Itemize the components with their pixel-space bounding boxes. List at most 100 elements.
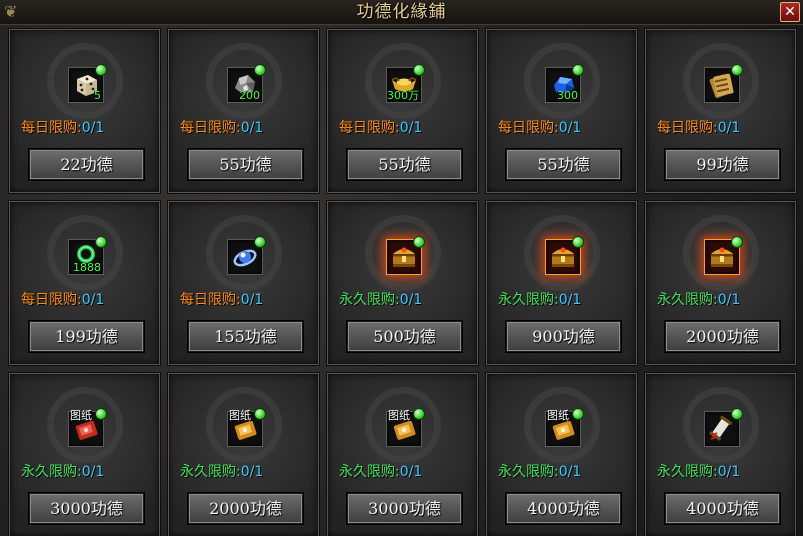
- purchase-limit-count: 0/1: [717, 292, 741, 308]
- buy-button[interactable]: 22功德: [29, 149, 144, 180]
- item-slot[interactable]: 300万: [386, 64, 425, 103]
- purchase-limit-count: 0/1: [558, 292, 582, 308]
- purchase-limit: 永久限购:0/1: [657, 463, 740, 481]
- item-slot[interactable]: [545, 236, 584, 275]
- buy-button[interactable]: 4000功德: [506, 493, 621, 524]
- buy-button[interactable]: 3000功德: [347, 493, 462, 524]
- green-dot-icon: [95, 408, 107, 420]
- buy-button[interactable]: 55功德: [347, 149, 462, 180]
- purchase-limit: 永久限购:0/1: [498, 291, 581, 309]
- item-slot[interactable]: 图纸: [386, 408, 425, 447]
- purchase-limit-count: 0/1: [558, 464, 582, 480]
- item-slot[interactable]: [227, 236, 266, 275]
- shop-item-cell: 永久限购:0/1 900功德: [485, 200, 638, 366]
- shop-item-cell: 图纸永久限购:0/1 3000功德: [326, 372, 479, 536]
- green-dot-icon: [95, 236, 107, 248]
- purchase-limit-label: 永久限购:: [657, 464, 718, 480]
- purchase-limit: 永久限购:0/1: [339, 291, 422, 309]
- buy-button[interactable]: 99功德: [665, 149, 780, 180]
- buy-button[interactable]: 4000功德: [665, 493, 780, 524]
- item-tag-label: 图纸: [229, 409, 251, 422]
- green-dot-icon: [413, 408, 425, 420]
- purchase-limit-count: 0/1: [717, 464, 741, 480]
- purchase-limit-label: 每日限购:: [657, 120, 718, 136]
- item-quantity: 300万: [387, 89, 419, 102]
- shop-item-cell: 1888 每日限购:0/1 199功德: [8, 200, 161, 366]
- buy-button[interactable]: 2000功德: [188, 493, 303, 524]
- purchase-limit: 永久限购:0/1: [339, 463, 422, 481]
- green-dot-icon: [731, 408, 743, 420]
- purchase-limit-label: 永久限购:: [339, 292, 400, 308]
- buy-button[interactable]: 55功德: [188, 149, 303, 180]
- item-grid: 5 每日限购:0/1 22功德 200 每日限购:0/1 55功德 300万 每日限购:0/1…: [8, 28, 797, 536]
- green-dot-icon: [572, 64, 584, 76]
- shop-item-cell: 200 每日限购:0/1 55功德: [167, 28, 320, 194]
- shop-item-cell: 永久限购:0/1 2000功德: [644, 200, 797, 366]
- green-dot-icon: [572, 408, 584, 420]
- buy-button[interactable]: 199功德: [29, 321, 144, 352]
- purchase-limit: 每日限购:0/1: [21, 291, 104, 309]
- item-slot[interactable]: [704, 236, 743, 275]
- purchase-limit: 永久限购:0/1: [657, 291, 740, 309]
- shop-item-cell: 图纸 永久限购:0/1 2000功德: [167, 372, 320, 536]
- purchase-limit-count: 0/1: [399, 292, 423, 308]
- item-slot[interactable]: 5: [68, 64, 107, 103]
- item-slot[interactable]: 图纸: [545, 408, 584, 447]
- green-dot-icon: [413, 64, 425, 76]
- item-tag-label: 图纸: [388, 409, 410, 422]
- purchase-limit: 永久限购:0/1: [498, 463, 581, 481]
- purchase-limit: 每日限购:0/1: [498, 119, 581, 137]
- purchase-limit-count: 0/1: [81, 464, 105, 480]
- purchase-limit-label: 永久限购:: [21, 464, 82, 480]
- shop-item-cell: 永久限购:0/1 4000功德: [644, 372, 797, 536]
- buy-button[interactable]: 500功德: [347, 321, 462, 352]
- purchase-limit-label: 永久限购:: [339, 464, 400, 480]
- purchase-limit: 每日限购:0/1: [657, 119, 740, 137]
- window-title: 功德化緣鋪: [356, 2, 447, 22]
- buy-button[interactable]: 900功德: [506, 321, 621, 352]
- purchase-limit-count: 0/1: [717, 120, 741, 136]
- purchase-limit-label: 每日限购:: [180, 120, 241, 136]
- buy-button[interactable]: 3000功德: [29, 493, 144, 524]
- shop-item-cell: 每日限购:0/1 155功德: [167, 200, 320, 366]
- shop-item-cell: 图纸永久限购:0/1 3000功德: [8, 372, 161, 536]
- purchase-limit-label: 每日限购:: [21, 292, 82, 308]
- purchase-limit: 每日限购:0/1: [180, 119, 263, 137]
- item-slot[interactable]: [386, 236, 425, 275]
- green-dot-icon: [731, 236, 743, 248]
- item-slot[interactable]: 300: [545, 64, 584, 103]
- purchase-limit-label: 每日限购:: [21, 120, 82, 136]
- green-dot-icon: [413, 236, 425, 248]
- purchase-limit-count: 0/1: [558, 120, 582, 136]
- green-dot-icon: [95, 64, 107, 76]
- purchase-limit-count: 0/1: [81, 120, 105, 136]
- item-slot[interactable]: [704, 408, 743, 447]
- shop-item-cell: 300 每日限购:0/1 55功德: [485, 28, 638, 194]
- item-slot[interactable]: [704, 64, 743, 103]
- item-slot[interactable]: 图纸: [68, 408, 107, 447]
- buy-button[interactable]: 55功德: [506, 149, 621, 180]
- purchase-limit: 每日限购:0/1: [180, 291, 263, 309]
- purchase-limit-label: 每日限购:: [180, 292, 241, 308]
- purchase-limit: 每日限购:0/1: [339, 119, 422, 137]
- item-slot[interactable]: 1888: [68, 236, 107, 275]
- purchase-limit-count: 0/1: [399, 120, 423, 136]
- green-dot-icon: [254, 236, 266, 248]
- purchase-limit-count: 0/1: [81, 292, 105, 308]
- purchase-limit-count: 0/1: [240, 292, 264, 308]
- buy-button[interactable]: 155功德: [188, 321, 303, 352]
- shop-item-cell: 5 每日限购:0/1 22功德: [8, 28, 161, 194]
- green-dot-icon: [254, 64, 266, 76]
- purchase-limit-label: 永久限购:: [180, 464, 241, 480]
- item-slot[interactable]: 图纸: [227, 408, 266, 447]
- shop-item-cell: 图纸永久限购:0/1 4000功德: [485, 372, 638, 536]
- buy-button[interactable]: 2000功德: [665, 321, 780, 352]
- green-dot-icon: [731, 64, 743, 76]
- item-slot[interactable]: 200: [227, 64, 266, 103]
- close-button[interactable]: ✕: [780, 2, 800, 22]
- purchase-limit-label: 永久限购:: [657, 292, 718, 308]
- item-quantity: 200: [239, 89, 260, 102]
- purchase-limit-label: 永久限购:: [498, 292, 559, 308]
- item-tag-label: 图纸: [70, 409, 92, 422]
- shop-item-cell: 永久限购:0/1 500功德: [326, 200, 479, 366]
